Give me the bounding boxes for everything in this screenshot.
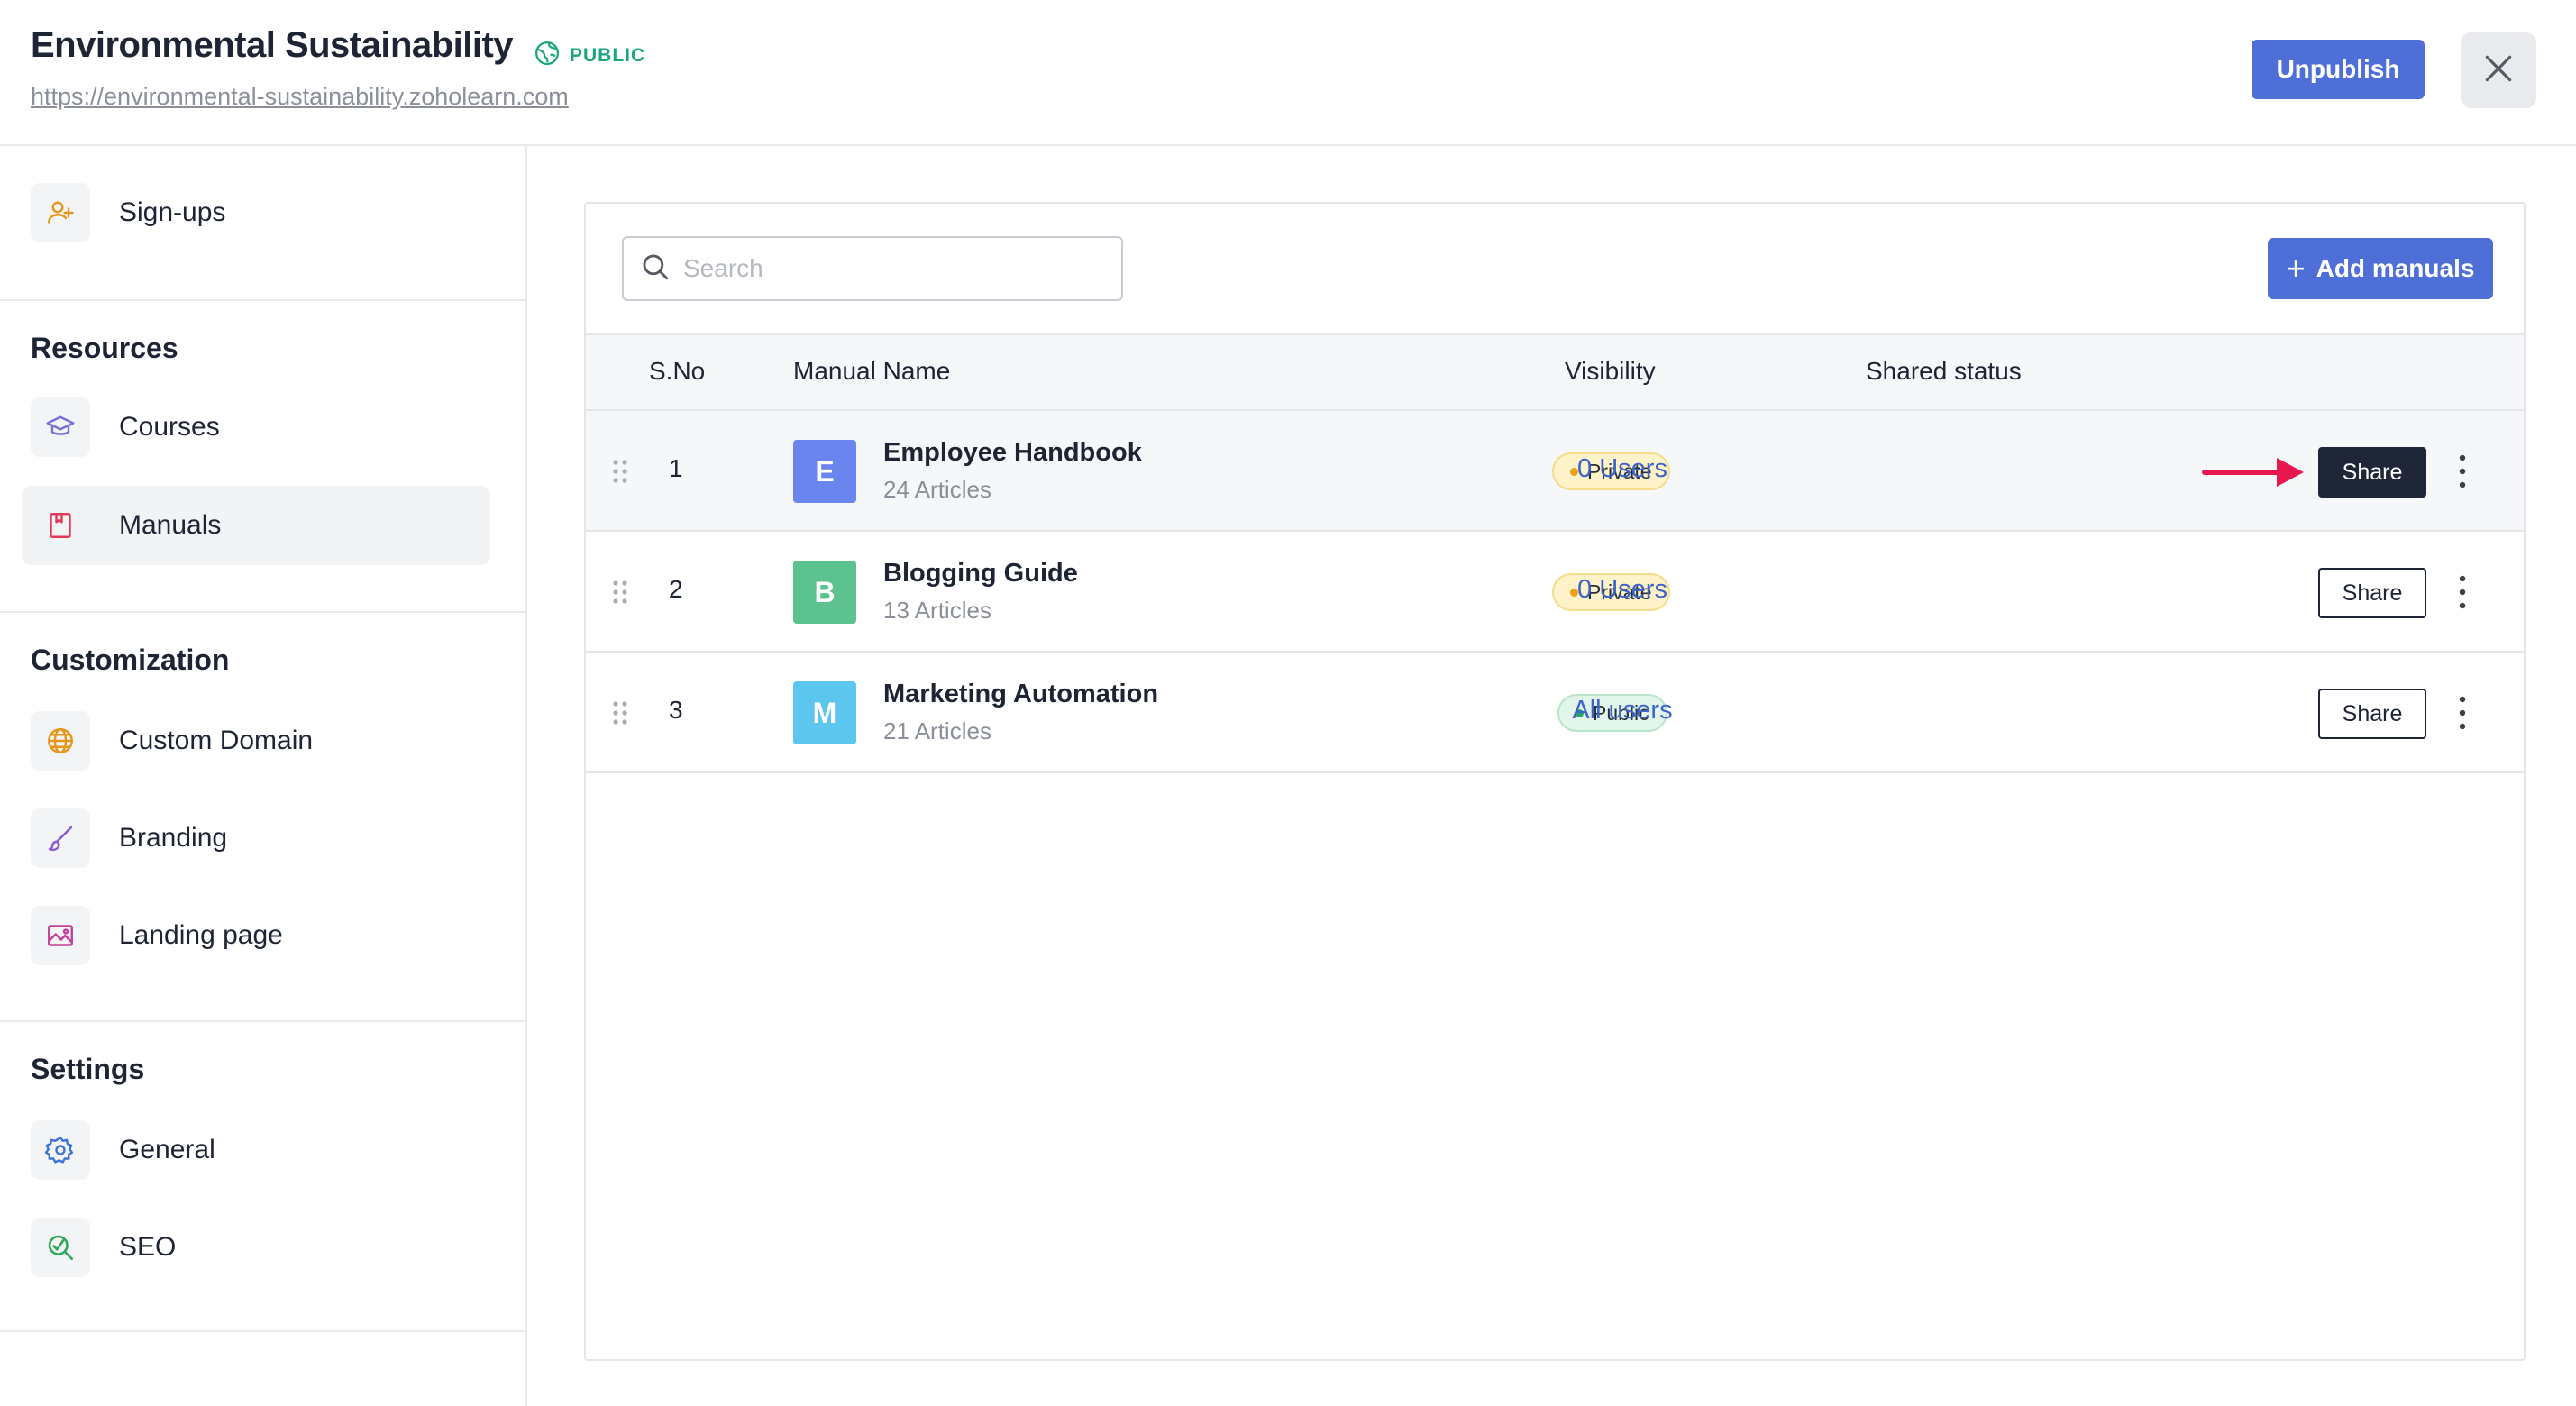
top-header: Environmental Sustainability PUBLIC http… (0, 0, 2576, 146)
shared-status-link[interactable]: 0 Users (1487, 454, 1758, 484)
sidebar-item-label: Manuals (119, 510, 222, 540)
close-icon (2481, 51, 2516, 90)
sidebar-item-label: Courses (119, 412, 220, 442)
share-button[interactable]: Share (2318, 568, 2426, 618)
sidebar-item-label: Landing page (119, 920, 283, 950)
manual-article-count: 21 Articles (883, 717, 991, 744)
sidebar-item-general[interactable]: General (22, 1110, 490, 1190)
close-button[interactable] (2461, 32, 2536, 108)
sidebar-item-label: Sign-ups (119, 197, 226, 227)
manual-name[interactable]: Employee Handbook (883, 438, 1142, 468)
column-header-shared: Shared status (1866, 357, 2022, 385)
globe-icon (534, 40, 561, 72)
drag-handle-icon[interactable] (611, 579, 629, 606)
table-row[interactable]: 2 B Blogging Guide 13 Articles Private 0… (586, 532, 2524, 653)
more-options-icon[interactable] (2453, 573, 2471, 611)
sidebar-item-courses[interactable]: Courses (22, 388, 490, 467)
row-sno: 1 (669, 454, 683, 482)
book-icon (31, 496, 90, 555)
sidebar-item-branding[interactable]: Branding (22, 799, 490, 878)
manual-name[interactable]: Blogging Guide (883, 559, 1078, 589)
plus-icon: + (2286, 250, 2306, 287)
red-arrow-annotation-icon (2202, 458, 2304, 487)
add-manuals-label: Add manuals (2316, 254, 2475, 282)
manual-article-count: 13 Articles (883, 597, 991, 624)
table-row[interactable]: 1 E Employee Handbook 24 Articles Privat… (586, 411, 2524, 532)
divider (0, 1330, 525, 1332)
shared-status-link[interactable]: All users (1487, 696, 1758, 726)
site-title: Environmental Sustainability (31, 25, 514, 65)
search-box[interactable] (622, 236, 1123, 301)
user-plus-icon (31, 183, 90, 242)
sidebar-item-label: General (119, 1135, 215, 1164)
manual-avatar: B (793, 561, 856, 624)
unpublish-button[interactable]: Unpublish (2252, 40, 2425, 99)
sidebar-item-landing-page[interactable]: Landing page (22, 896, 490, 975)
sidebar-item-label: Custom Domain (119, 726, 314, 755)
manual-name[interactable]: Marketing Automation (883, 680, 1158, 709)
paintbrush-icon (31, 808, 90, 868)
gear-icon (31, 1120, 90, 1180)
sidebar-item-manuals[interactable]: Manuals (22, 486, 490, 565)
search-icon (624, 251, 671, 287)
column-header-visibility: Visibility (1565, 357, 1656, 385)
column-header-sno: S.No (649, 357, 706, 385)
search-input[interactable] (683, 254, 1098, 283)
divider (0, 299, 525, 301)
manual-avatar: M (793, 681, 856, 744)
site-url-link[interactable]: https://environmental-sustainability.zoh… (31, 83, 569, 111)
sidebar-item-signups[interactable]: Sign-ups (22, 173, 490, 252)
divider (0, 611, 525, 613)
table-row[interactable]: 3 M Marketing Automation 21 Articles Pub… (586, 653, 2524, 773)
share-button[interactable]: Share (2318, 689, 2426, 739)
divider (0, 1020, 525, 1022)
globe-icon (31, 711, 90, 771)
sidebar-item-label: SEO (119, 1232, 177, 1262)
row-sno: 3 (669, 696, 683, 724)
column-header-name: Manual Name (793, 357, 951, 385)
manual-avatar: E (793, 440, 856, 503)
sidebar: Sign-ups Resources Courses Manuals Custo… (0, 146, 527, 1406)
drag-handle-icon[interactable] (611, 458, 629, 485)
section-title-customization: Customization (31, 644, 230, 676)
image-icon (31, 906, 90, 965)
more-options-icon[interactable] (2453, 452, 2471, 490)
more-options-icon[interactable] (2453, 694, 2471, 732)
section-title-settings: Settings (31, 1053, 145, 1085)
sidebar-item-label: Branding (119, 823, 228, 853)
section-title-resources: Resources (31, 332, 178, 364)
shared-status-link[interactable]: 0 Users (1487, 575, 1758, 605)
manuals-panel: + Add manuals S.No Manual Name Visibilit… (584, 202, 2526, 1361)
row-sno: 2 (669, 575, 683, 603)
add-manuals-button[interactable]: + Add manuals (2268, 238, 2493, 299)
graduation-cap-icon (31, 397, 90, 457)
manual-article-count: 24 Articles (883, 476, 991, 503)
seo-search-icon (31, 1218, 90, 1277)
table-header: S.No Manual Name Visibility Shared statu… (586, 333, 2524, 411)
share-button[interactable]: Share (2318, 447, 2426, 498)
public-status-badge: PUBLIC (534, 40, 645, 72)
public-badge-label: PUBLIC (570, 45, 646, 66)
sidebar-item-custom-domain[interactable]: Custom Domain (22, 701, 490, 781)
drag-handle-icon[interactable] (611, 699, 629, 726)
sidebar-item-seo[interactable]: SEO (22, 1208, 490, 1287)
